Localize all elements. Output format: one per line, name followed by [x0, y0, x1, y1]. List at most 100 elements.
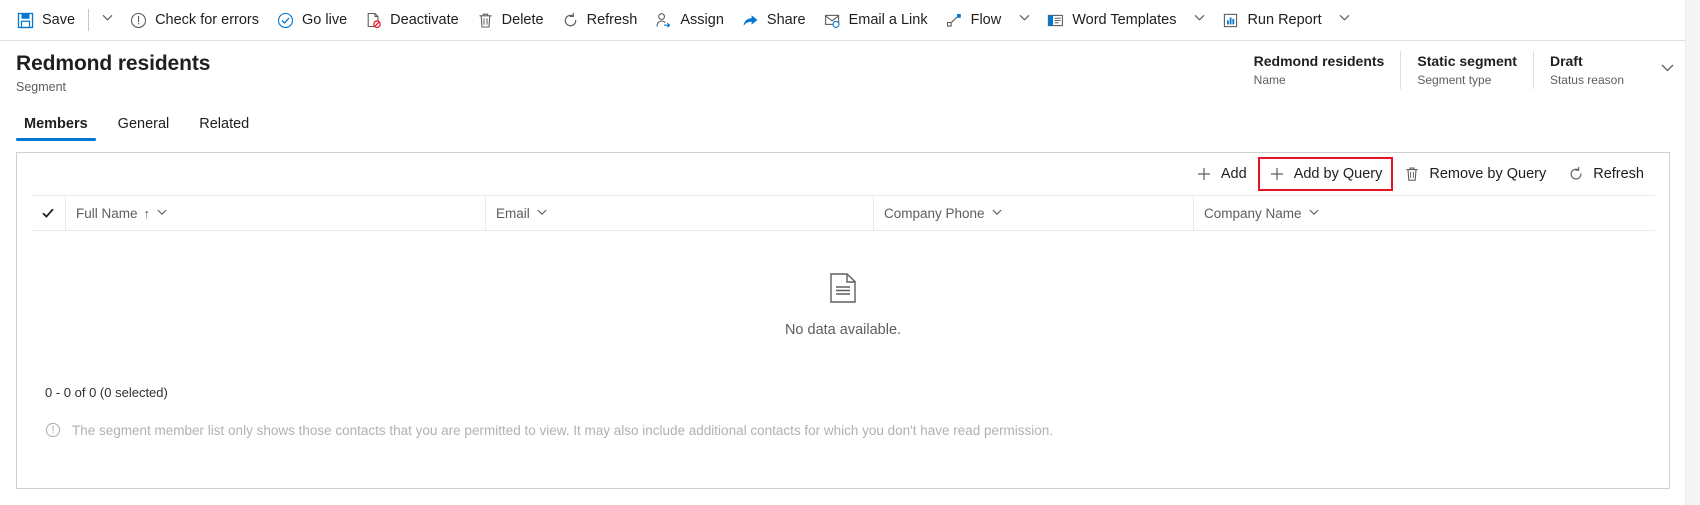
save-button[interactable]: Save: [8, 0, 84, 40]
run-report-label: Run Report: [1247, 11, 1322, 28]
header-fact-label: Name: [1253, 73, 1286, 87]
check-for-errors-label: Check for errors: [155, 11, 260, 28]
header-fact-label: Segment type: [1417, 73, 1492, 87]
refresh-button[interactable]: Refresh: [553, 0, 647, 40]
grid-refresh-label: Refresh: [1593, 166, 1644, 182]
header-fact-value: Static segment: [1417, 53, 1517, 69]
column-header-label: Company Name: [1204, 205, 1302, 221]
flow-chevron-button[interactable]: [1010, 0, 1038, 40]
run-report-chevron-button[interactable]: [1331, 0, 1359, 40]
check-circle-icon: [277, 12, 294, 29]
members-grid-panel: Add Add by Query Remove by Query Refresh: [16, 152, 1670, 489]
chevron-down-icon: [101, 11, 114, 29]
chevron-down-icon: [1308, 206, 1320, 221]
empty-state: No data available.: [17, 231, 1669, 379]
select-all-checkbox[interactable]: [31, 206, 65, 220]
info-circle-icon: [45, 422, 61, 438]
record-header: Redmond residents Segment Redmond reside…: [0, 41, 1700, 101]
remove-by-query-button[interactable]: Remove by Query: [1393, 157, 1557, 191]
chevron-down-icon: [1018, 11, 1031, 29]
header-expand-button[interactable]: [1650, 53, 1684, 87]
report-icon: [1222, 12, 1239, 29]
plus-icon: [1196, 166, 1212, 182]
column-header-company-phone[interactable]: Company Phone: [873, 196, 1193, 230]
word-template-icon: [1047, 12, 1064, 29]
chevron-down-icon: [536, 206, 548, 221]
email-a-link-button[interactable]: Email a Link: [815, 0, 937, 40]
grid-header-row: Full Name ↑ Email Company Phone Company …: [31, 195, 1655, 231]
word-templates-chevron-button[interactable]: [1185, 0, 1213, 40]
delete-button[interactable]: Delete: [468, 0, 553, 40]
document-icon: [830, 272, 856, 308]
refresh-icon: [1568, 166, 1584, 182]
grid-notice-text: The segment member list only shows those…: [72, 422, 1054, 438]
tab-members[interactable]: Members: [16, 116, 96, 141]
remove-by-query-label: Remove by Query: [1429, 166, 1547, 182]
column-header-full-name[interactable]: Full Name ↑: [65, 196, 485, 230]
add-button-label: Add: [1220, 166, 1247, 182]
chevron-down-icon: [156, 206, 168, 221]
email-a-link-label: Email a Link: [848, 11, 928, 28]
error-circle-icon: [130, 12, 147, 29]
tab-strip: Members General Related: [0, 103, 1700, 141]
chevron-down-icon: [1659, 59, 1676, 81]
chevron-down-icon: [1338, 11, 1351, 29]
tab-related[interactable]: Related: [191, 116, 257, 141]
check-for-errors-button[interactable]: Check for errors: [121, 0, 268, 40]
assign-label: Assign: [680, 11, 724, 28]
top-command-bar: Save Check for errors Go live Deactivate…: [0, 0, 1700, 41]
page-scrollbar[interactable]: [1685, 0, 1700, 505]
chevron-down-icon: [991, 206, 1003, 221]
refresh-label: Refresh: [586, 11, 638, 28]
run-report-button[interactable]: Run Report: [1213, 0, 1330, 40]
tab-label: Related: [199, 116, 250, 132]
empty-state-message: No data available.: [784, 321, 902, 338]
email-link-icon: [824, 12, 841, 29]
command-divider: [88, 9, 90, 31]
column-header-email[interactable]: Email: [485, 196, 873, 230]
grid-notice: The segment member list only shows those…: [17, 400, 1669, 438]
flow-button[interactable]: Flow: [937, 0, 1011, 40]
trash-icon: [477, 12, 494, 29]
add-button[interactable]: Add: [1185, 157, 1258, 191]
assign-button[interactable]: Assign: [646, 0, 733, 40]
add-by-query-label: Add by Query: [1293, 166, 1383, 182]
sort-ascending-icon: ↑: [143, 205, 151, 221]
chevron-down-icon: [1193, 11, 1206, 29]
header-fact-label: Status reason: [1549, 73, 1624, 87]
refresh-icon: [562, 12, 579, 29]
assign-person-icon: [655, 12, 672, 29]
share-icon: [742, 12, 759, 29]
save-button-label: Save: [42, 11, 76, 28]
tab-label: General: [117, 116, 170, 132]
share-button[interactable]: Share: [733, 0, 815, 40]
record-count: 0 - 0 of 0 (0 selected): [45, 385, 168, 400]
delete-label: Delete: [501, 11, 544, 28]
plus-icon: [1269, 166, 1285, 182]
go-live-button[interactable]: Go live: [268, 0, 356, 40]
header-fact-status-reason[interactable]: Draft Status reason: [1532, 51, 1640, 89]
header-fact-value: Draft: [1549, 53, 1583, 69]
header-fact-name[interactable]: Redmond residents Name: [1238, 51, 1401, 89]
save-icon: [17, 12, 34, 29]
word-templates-button[interactable]: Word Templates: [1038, 0, 1185, 40]
tab-general[interactable]: General: [110, 116, 178, 141]
deactivate-icon: [365, 12, 382, 29]
deactivate-button[interactable]: Deactivate: [356, 0, 468, 40]
grid-refresh-button[interactable]: Refresh: [1557, 157, 1655, 191]
column-header-label: Company Phone: [884, 205, 985, 221]
flow-icon: [946, 12, 963, 29]
column-header-label: Email: [496, 205, 530, 221]
column-header-label: Full Name: [76, 205, 138, 221]
go-live-label: Go live: [302, 11, 348, 28]
grid-command-bar: Add Add by Query Remove by Query Refresh: [17, 153, 1669, 195]
trash-icon: [1404, 166, 1420, 182]
add-by-query-button[interactable]: Add by Query: [1257, 157, 1394, 191]
word-templates-label: Word Templates: [1072, 11, 1177, 28]
share-label: Share: [766, 11, 806, 28]
save-more-button[interactable]: [93, 0, 121, 40]
column-header-company-name[interactable]: Company Name: [1193, 196, 1553, 230]
flow-label: Flow: [970, 11, 1002, 28]
header-fact-segment-type[interactable]: Static segment Segment type: [1400, 51, 1533, 89]
tab-label: Members: [24, 116, 88, 132]
